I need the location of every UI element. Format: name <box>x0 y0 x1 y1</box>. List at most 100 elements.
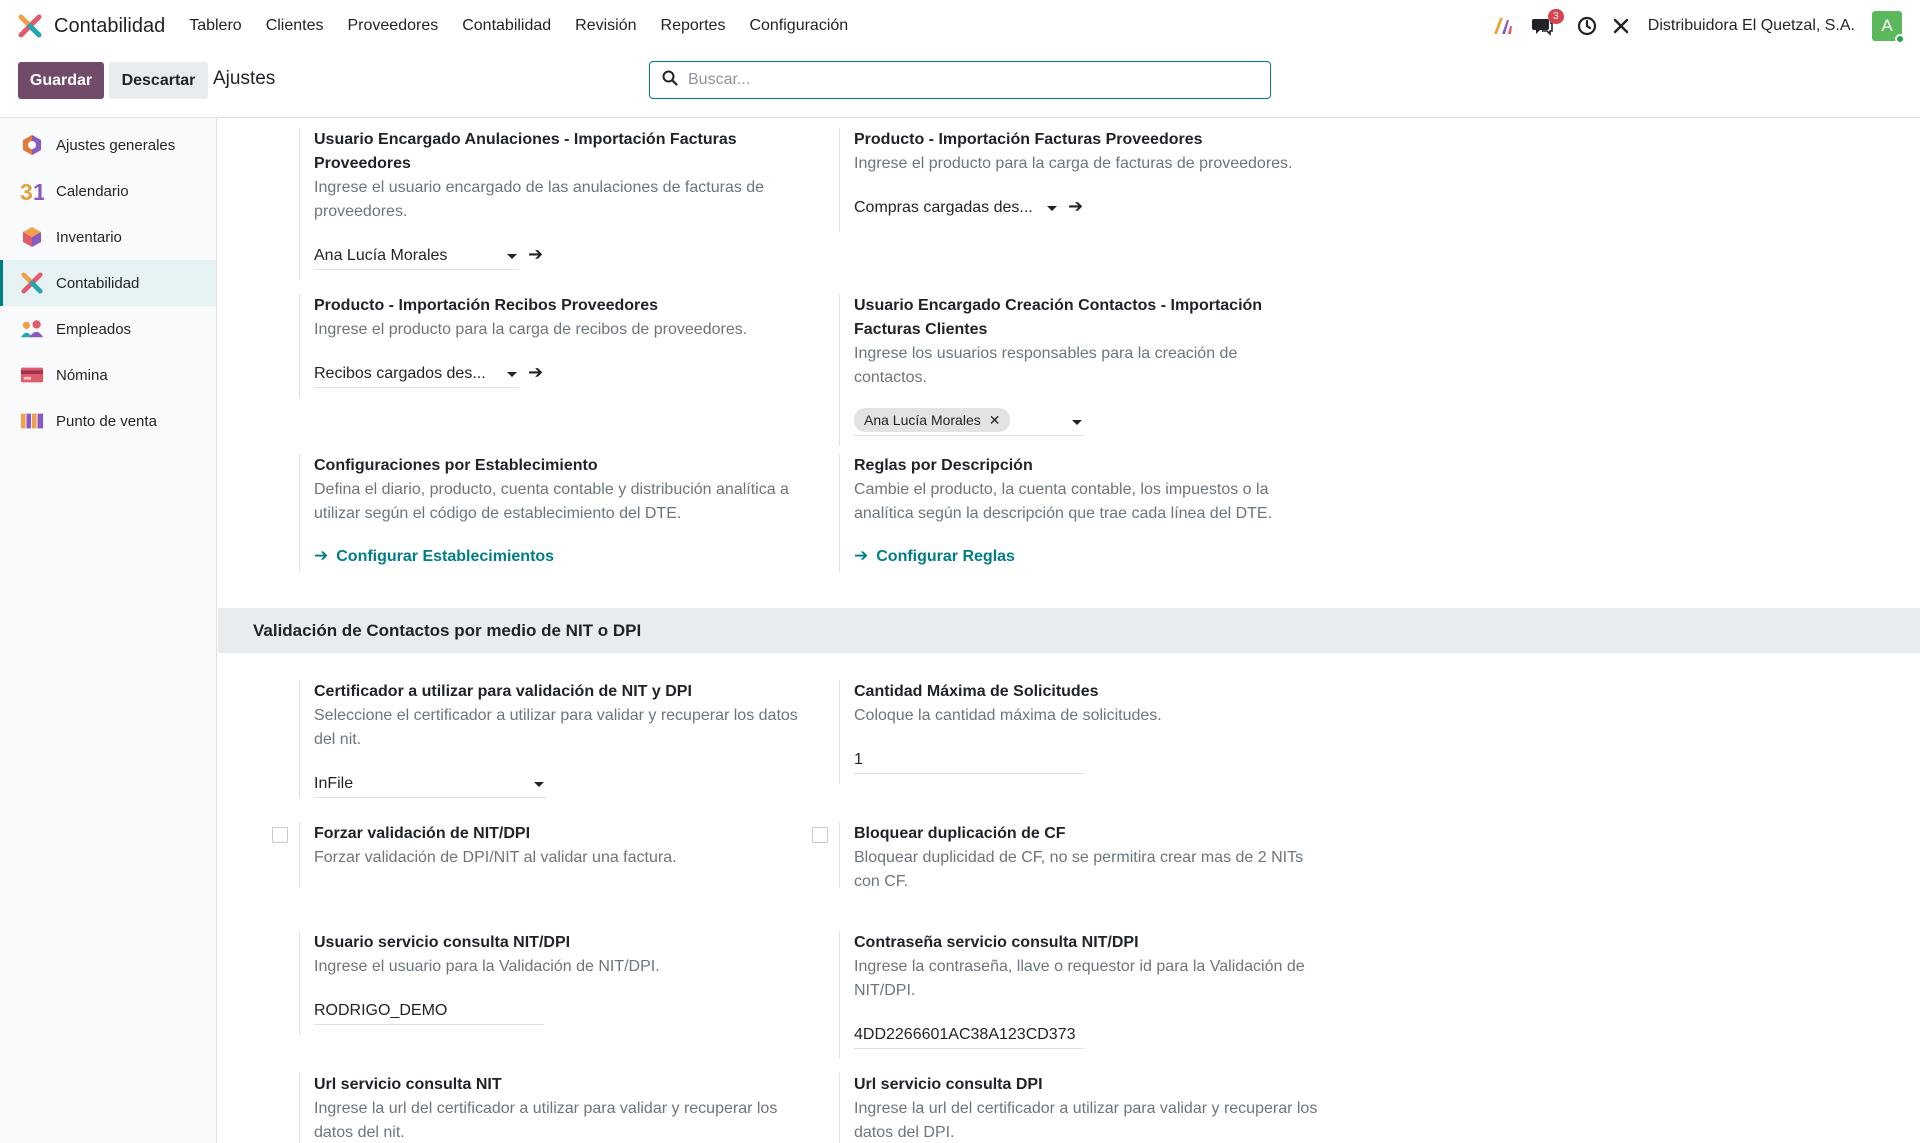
menu-revision[interactable]: Revisión <box>575 17 636 35</box>
discard-button[interactable]: Descartar <box>109 62 208 99</box>
bloquear-duplicacion-checkbox[interactable] <box>812 827 828 843</box>
messages-count-badge: 3 <box>1547 9 1564 24</box>
creacion-contactos-many2many[interactable]: Ana Lucía Morales ✕ <box>854 408 1084 436</box>
setting-producto-recibos: Producto - Importación Recibos Proveedor… <box>314 294 814 388</box>
setting-description: Ingrese los usuarios responsables para l… <box>854 345 1238 386</box>
setting-bloquear-duplicacion: Bloquear duplicación de CF Bloquear dupl… <box>854 822 1304 894</box>
control-panel: Guardar Descartar Ajustes <box>0 52 1920 118</box>
setting-divider <box>839 680 840 784</box>
setting-divider <box>839 931 840 1059</box>
setting-description: Ingrese el producto para la carga de fac… <box>854 155 1293 172</box>
section-header: Validación de Contactos por medio de NIT… <box>218 608 1920 653</box>
producto-recibos-select[interactable]: Recibos cargados des... <box>314 362 519 388</box>
accounting-icon <box>20 271 44 295</box>
password-servicio-input[interactable]: 4DD2266601AC38A123CD373 <box>854 1023 1084 1049</box>
setting-description: Coloque la cantidad máxima de solicitude… <box>854 707 1162 724</box>
sidebar-item-calendario[interactable]: 3 1 Calendario <box>0 168 216 214</box>
sidebar-item-contabilidad[interactable]: Contabilidad <box>0 260 216 306</box>
sidebar-item-punto-de-venta[interactable]: Punto de venta <box>0 398 216 444</box>
sidebar-item-label: Contabilidad <box>56 274 140 292</box>
cantidad-maxima-input[interactable]: 1 <box>854 748 1084 774</box>
setting-description: Ingrese la contraseña, llave o requestor… <box>854 958 1305 999</box>
user-avatar[interactable]: A <box>1872 11 1905 44</box>
setting-description: Ingrese la url del certificador a utiliz… <box>314 1100 778 1141</box>
sidebar-item-empleados[interactable]: Empleados <box>0 306 216 352</box>
sidebar-item-label: Ajustes generales <box>56 136 176 154</box>
certificador-select[interactable]: InFile <box>314 772 546 798</box>
setting-divider <box>299 1073 300 1143</box>
usuario-anulaciones-select[interactable]: Ana Lucía Morales <box>314 244 519 270</box>
sidebar-item-nomina[interactable]: Nómina <box>0 352 216 398</box>
setting-creacion-contactos: Usuario Encargado Creación Contactos - I… <box>854 294 1274 436</box>
configurar-reglas-link[interactable]: ➔ Configurar Reglas <box>854 546 1324 566</box>
inventory-cube-icon <box>20 225 44 249</box>
remove-tag-icon[interactable]: ✕ <box>989 408 1001 432</box>
messages-icon[interactable]: 3 <box>1531 9 1564 37</box>
page-title: Ajustes <box>213 68 276 89</box>
setting-divider <box>839 454 840 572</box>
navbar-systray: 3 Distribuidora El Quetzal, S.A. A <box>1480 0 1905 52</box>
avatar-letter: A <box>1881 16 1893 35</box>
input-value: 4DD2266601AC38A123CD373 <box>854 1026 1076 1043</box>
save-button[interactable]: Guardar <box>18 62 104 99</box>
chevron-down-icon <box>534 782 544 787</box>
input-value: RODRIGO_DEMO <box>314 1002 448 1019</box>
top-navbar: Contabilidad Tablero Clientes Proveedore… <box>0 0 1920 52</box>
select-value: Ana Lucía Morales <box>314 247 448 264</box>
setting-divider <box>839 128 840 232</box>
menu-contabilidad[interactable]: Contabilidad <box>462 17 551 35</box>
link-label: Configurar Reglas <box>876 548 1015 565</box>
setting-cantidad-maxima: Cantidad Máxima de Solicitudes Coloque l… <box>854 680 1354 774</box>
setting-title: Contraseña servicio consulta NIT/DPI <box>854 934 1139 951</box>
menu-clientes[interactable]: Clientes <box>266 17 324 35</box>
menu-tablero[interactable]: Tablero <box>189 17 241 35</box>
ai-assistant-icon[interactable] <box>1492 15 1514 37</box>
setting-divider <box>299 931 300 1035</box>
search-input[interactable] <box>688 71 1248 89</box>
setting-title: Usuario Encargado Creación Contactos - I… <box>854 297 1263 338</box>
menu-proveedores[interactable]: Proveedores <box>348 17 439 35</box>
setting-divider <box>299 294 300 398</box>
tools-icon[interactable] <box>1610 15 1632 37</box>
setting-divider <box>299 680 300 798</box>
setting-forzar-validacion: Forzar validación de NIT/DPI Forzar vali… <box>314 822 814 870</box>
setting-title: Producto - Importación Facturas Proveedo… <box>854 131 1203 148</box>
internal-link-arrow-icon[interactable]: ➔ <box>1068 196 1083 217</box>
activity-clock-icon[interactable] <box>1576 15 1598 37</box>
setting-establecimientos: Configuraciones por Establecimiento Defi… <box>314 454 804 566</box>
setting-divider <box>299 822 300 888</box>
select-value: Compras cargadas des... <box>854 199 1033 216</box>
usuario-servicio-input[interactable]: RODRIGO_DEMO <box>314 999 544 1025</box>
app-name[interactable]: Contabilidad <box>54 15 165 38</box>
menu-configuracion[interactable]: Configuración <box>749 17 848 35</box>
svg-text:1: 1 <box>33 179 44 203</box>
setting-description: Ingrese el usuario encargado de las anul… <box>314 179 765 220</box>
sidebar-item-inventario[interactable]: Inventario <box>0 214 216 260</box>
online-status-dot <box>1895 34 1905 44</box>
menu-reportes[interactable]: Reportes <box>661 17 726 35</box>
producto-facturas-select[interactable]: Compras cargadas des... <box>854 196 1059 222</box>
setting-description: Ingrese el usuario para la Validación de… <box>314 958 660 975</box>
company-switcher[interactable]: Distribuidora El Quetzal, S.A. <box>1648 17 1855 35</box>
setting-certificador: Certificador a utilizar para validación … <box>314 680 804 798</box>
forzar-validacion-checkbox[interactable] <box>272 827 288 843</box>
setting-divider <box>839 294 840 446</box>
setting-title: Usuario Encargado Anulaciones - Importac… <box>314 131 737 172</box>
setting-title: Certificador a utilizar para validación … <box>314 683 692 700</box>
link-label: Configurar Establecimientos <box>336 548 555 565</box>
internal-link-arrow-icon[interactable]: ➔ <box>528 244 543 265</box>
search-icon <box>662 70 678 91</box>
settings-hexagon-icon <box>20 133 44 157</box>
input-value: 1 <box>854 751 863 768</box>
search-box[interactable] <box>649 61 1271 99</box>
tag-label: Ana Lucía Morales <box>864 412 981 428</box>
internal-link-arrow-icon[interactable]: ➔ <box>528 362 543 383</box>
setting-divider <box>839 822 840 888</box>
sidebar-item-ajustes-generales[interactable]: Ajustes generales <box>0 122 216 168</box>
accounting-app-icon[interactable] <box>18 14 42 38</box>
settings-sidebar: Ajustes generales 3 1 Calendario Inventa… <box>0 118 217 1143</box>
chevron-down-icon <box>1072 420 1082 425</box>
chevron-down-icon <box>507 254 517 259</box>
setting-url-dpi: Url servicio consulta DPI Ingrese la url… <box>854 1073 1324 1143</box>
configurar-establecimientos-link[interactable]: ➔ Configurar Establecimientos <box>314 546 804 566</box>
